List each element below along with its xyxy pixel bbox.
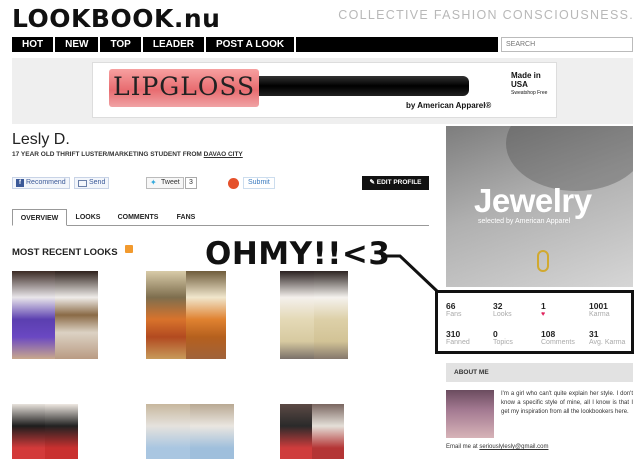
- avatar[interactable]: [446, 390, 494, 438]
- stat-value: 66: [446, 301, 456, 311]
- stat-fanned[interactable]: 310 Fanned: [446, 329, 494, 346]
- stat-label: Topics: [493, 339, 513, 346]
- stat-value: 108: [541, 329, 556, 339]
- stat-karma[interactable]: 1001 Karma: [589, 301, 637, 318]
- stat-value: 310: [446, 329, 461, 339]
- stat-label: Looks: [493, 311, 512, 318]
- profile-page: LOOKBOOK.nu COLLECTIVE FASHION CONSCIOUS…: [0, 0, 640, 459]
- stat-fans[interactable]: 66 Fans: [446, 301, 494, 318]
- stat-hearts[interactable]: 1 ♥: [541, 301, 589, 318]
- email-line: Email me at seriouslylesly@gmail.com: [446, 444, 548, 450]
- jewelry-ad-title: Jewelry: [474, 182, 592, 219]
- stat-label: Comments: [541, 339, 575, 346]
- stat-label: Karma: [589, 311, 610, 318]
- stat-topics[interactable]: 0 Topics: [493, 329, 541, 346]
- stat-value: 0: [493, 329, 498, 339]
- stat-label: Fanned: [446, 339, 470, 346]
- stat-value: 31: [589, 329, 599, 339]
- stat-value: 32: [493, 301, 503, 311]
- about-me-text: I'm a girl who can't quite explain her s…: [501, 391, 633, 415]
- jewelry-ad[interactable]: Jewelry selected by American Apparel: [446, 126, 633, 287]
- stat-avg-karma[interactable]: 31 Avg. Karma: [589, 329, 637, 346]
- pendant-icon: [537, 250, 549, 272]
- stat-looks[interactable]: 32 Looks: [493, 301, 541, 318]
- stat-value: 1: [541, 301, 546, 311]
- stat-label: Fans: [446, 311, 462, 318]
- profile-stats: 66 Fans 32 Looks 1 ♥ 1001 Karma 310 Fann…: [435, 290, 634, 354]
- email-label: Email me at: [446, 444, 478, 450]
- stat-value: 1001: [589, 301, 608, 311]
- email-link[interactable]: seriouslylesly@gmail.com: [479, 444, 548, 450]
- stat-label: Avg. Karma: [589, 339, 626, 346]
- jewelry-ad-subtitle: selected by American Apparel: [478, 218, 571, 225]
- heart-icon: ♥: [541, 311, 546, 318]
- stat-comments[interactable]: 108 Comments: [541, 329, 589, 346]
- about-me-heading: ABOUT ME: [446, 363, 633, 382]
